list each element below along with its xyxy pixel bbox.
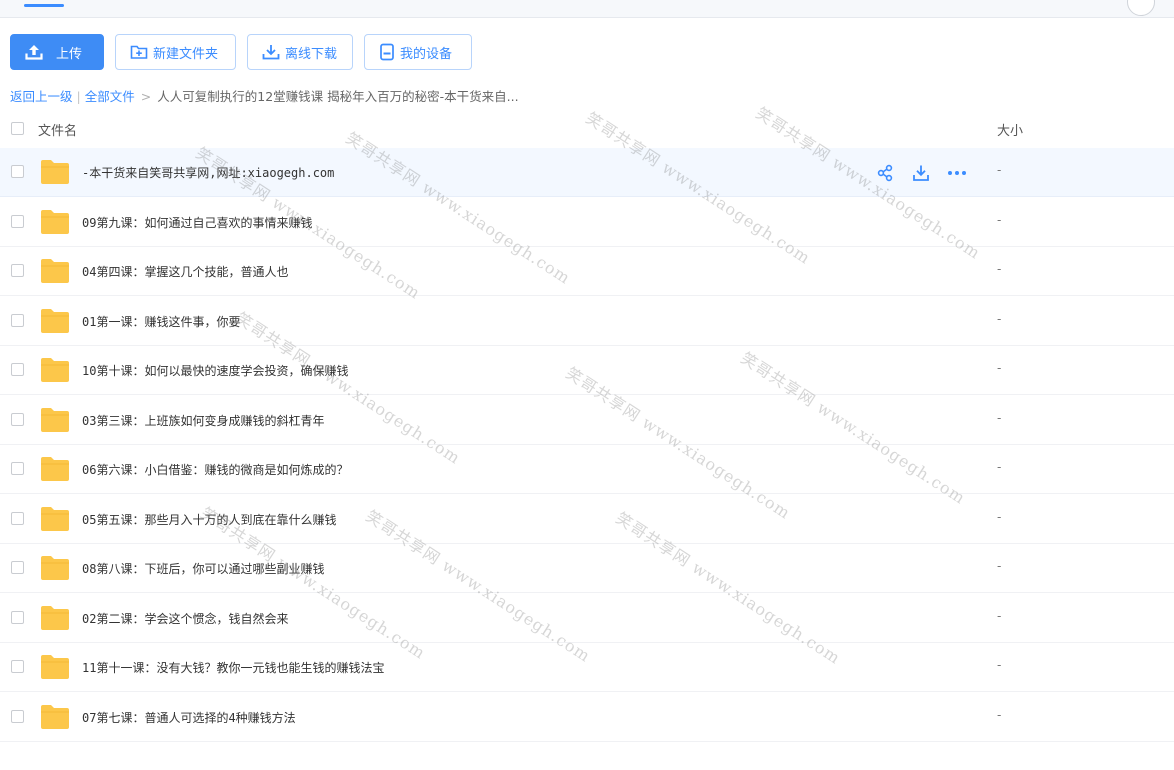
row-checkbox[interactable] bbox=[11, 264, 24, 277]
my-devices-label: 我的设备 bbox=[400, 46, 453, 62]
file-row[interactable]: 11第十一课：没有大钱？教你一元钱也能生钱的赚钱法宝 - bbox=[0, 643, 1174, 692]
file-size: - bbox=[997, 707, 1002, 722]
folder-icon bbox=[40, 555, 70, 585]
file-name[interactable]: 11第十一课：没有大钱？教你一元钱也能生钱的赚钱法宝 bbox=[82, 659, 384, 676]
folder-icon bbox=[40, 159, 70, 189]
row-checkbox[interactable] bbox=[11, 412, 24, 426]
active-tab-indicator bbox=[24, 4, 64, 7]
folder-icon bbox=[40, 704, 70, 734]
new-folder-button[interactable]: 新建文件夹 bbox=[115, 34, 236, 70]
all-files-link[interactable]: 全部文件 bbox=[85, 89, 135, 104]
file-name[interactable]: 10第十课：如何以最快的速度学会投资，确保赚钱 bbox=[82, 362, 348, 379]
folder-icon bbox=[40, 605, 70, 635]
folder-icon bbox=[40, 506, 70, 536]
file-size: - bbox=[997, 509, 1002, 524]
file-name[interactable]: 02第二课：学会这个惯念，钱自然会来 bbox=[82, 610, 288, 627]
folder-icon bbox=[40, 258, 70, 288]
row-actions bbox=[874, 163, 982, 183]
file-row[interactable]: 03第三课：上班族如何变身成赚钱的斜杠青年 - bbox=[0, 396, 1174, 445]
file-row[interactable]: 01第一课：赚钱这件事，你要 - bbox=[0, 297, 1174, 346]
row-checkbox[interactable] bbox=[11, 363, 24, 376]
more-icon[interactable] bbox=[946, 163, 968, 183]
device-icon bbox=[380, 43, 394, 61]
row-checkbox[interactable] bbox=[11, 561, 24, 574]
folder-icon bbox=[40, 654, 70, 684]
upload-label: 上传 bbox=[56, 46, 83, 62]
column-header-name[interactable]: 文件名 bbox=[38, 120, 77, 139]
download-icon bbox=[262, 45, 280, 60]
file-size: - bbox=[997, 163, 1002, 177]
file-name[interactable]: -本干货来自笑哥共享网,网址:xiaogegh.com bbox=[82, 164, 334, 181]
file-row[interactable]: 04第四课：掌握这几个技能，普通人也 - bbox=[0, 247, 1174, 296]
row-checkbox[interactable] bbox=[11, 214, 24, 228]
new-folder-label: 新建文件夹 bbox=[153, 46, 219, 62]
file-size: - bbox=[997, 262, 1002, 276]
offline-download-label: 离线下载 bbox=[285, 46, 338, 62]
file-row[interactable]: 10第十课：如何以最快的速度学会投资，确保赚钱 - bbox=[0, 346, 1174, 395]
breadcrumb-separator: | bbox=[76, 89, 81, 104]
file-name[interactable]: 09第九课：如何通过自己喜欢的事情来赚钱 bbox=[82, 214, 312, 231]
file-name[interactable]: 03第三课：上班族如何变身成赚钱的斜杠青年 bbox=[82, 412, 324, 429]
file-name[interactable]: 06第六课：小白借鉴：赚钱的微商是如何炼成的？ bbox=[82, 461, 348, 478]
row-checkbox[interactable] bbox=[11, 610, 24, 624]
file-size: - bbox=[997, 361, 1002, 375]
folder-icon bbox=[40, 357, 70, 387]
file-row[interactable]: -本干货来自笑哥共享网,网址:xiaogegh.com - bbox=[0, 148, 1174, 197]
folder-icon bbox=[40, 456, 70, 486]
folder-icon bbox=[40, 407, 70, 437]
upload-button[interactable]: 上传 bbox=[10, 34, 104, 70]
file-name[interactable]: 07第七课：普通人可选择的4种赚钱方法 bbox=[82, 709, 296, 726]
folder-icon bbox=[40, 308, 70, 338]
file-size: - bbox=[997, 410, 1002, 425]
file-size: - bbox=[997, 311, 1002, 326]
file-row[interactable]: 06第六课：小白借鉴：赚钱的微商是如何炼成的？ - bbox=[0, 445, 1174, 494]
file-list-header: 文件名 大小 bbox=[0, 110, 1174, 149]
offline-download-button[interactable]: 离线下载 bbox=[247, 34, 353, 70]
file-size: - bbox=[997, 608, 1002, 623]
share-icon[interactable] bbox=[874, 163, 896, 183]
file-row[interactable]: 09第九课：如何通过自己喜欢的事情来赚钱 - bbox=[0, 198, 1174, 247]
file-name[interactable]: 01第一课：赚钱这件事，你要 bbox=[82, 313, 240, 330]
file-row[interactable]: 02第二课：学会这个惯念，钱自然会来 - bbox=[0, 594, 1174, 643]
row-checkbox[interactable] bbox=[11, 511, 24, 525]
file-name[interactable]: 08第八课：下班后，你可以通过哪些副业赚钱 bbox=[82, 560, 324, 577]
top-navigation-bar bbox=[0, 0, 1174, 18]
row-checkbox[interactable] bbox=[11, 462, 24, 475]
folder-icon bbox=[40, 209, 70, 239]
file-name[interactable]: 05第五课：那些月入十万的人到底在靠什么赚钱 bbox=[82, 511, 336, 528]
breadcrumb: 返回上一级 | 全部文件 > 人人可复制执行的12堂赚钱课 揭秘年入百万的秘密-本干货来… bbox=[10, 86, 519, 105]
file-size: - bbox=[997, 460, 1002, 474]
row-checkbox[interactable] bbox=[11, 313, 24, 327]
row-checkbox[interactable] bbox=[11, 660, 24, 673]
file-size: - bbox=[997, 212, 1002, 227]
back-link[interactable]: 返回上一级 bbox=[10, 89, 73, 104]
file-row[interactable]: 05第五课：那些月入十万的人到底在靠什么赚钱 - bbox=[0, 495, 1174, 544]
user-avatar[interactable] bbox=[1127, 0, 1155, 16]
file-name[interactable]: 04第四课：掌握这几个技能，普通人也 bbox=[82, 263, 288, 280]
download-icon[interactable] bbox=[910, 163, 932, 183]
row-checkbox[interactable] bbox=[11, 165, 24, 178]
file-row[interactable]: 07第七课：普通人可选择的4种赚钱方法 - bbox=[0, 693, 1174, 742]
my-devices-button[interactable]: 我的设备 bbox=[364, 34, 472, 70]
current-folder-path: 人人可复制执行的12堂赚钱课 揭秘年入百万的秘密-本干货来自... bbox=[157, 89, 519, 104]
file-size: - bbox=[997, 658, 1002, 672]
breadcrumb-arrow-icon: > bbox=[140, 89, 152, 104]
upload-icon bbox=[25, 45, 43, 60]
file-size: - bbox=[997, 559, 1002, 573]
new-folder-icon bbox=[130, 45, 148, 59]
file-row[interactable]: 08第八课：下班后，你可以通过哪些副业赚钱 - bbox=[0, 544, 1174, 593]
column-header-size[interactable]: 大小 bbox=[997, 120, 1023, 139]
row-checkbox[interactable] bbox=[11, 709, 24, 723]
select-all-checkbox[interactable] bbox=[11, 122, 24, 135]
